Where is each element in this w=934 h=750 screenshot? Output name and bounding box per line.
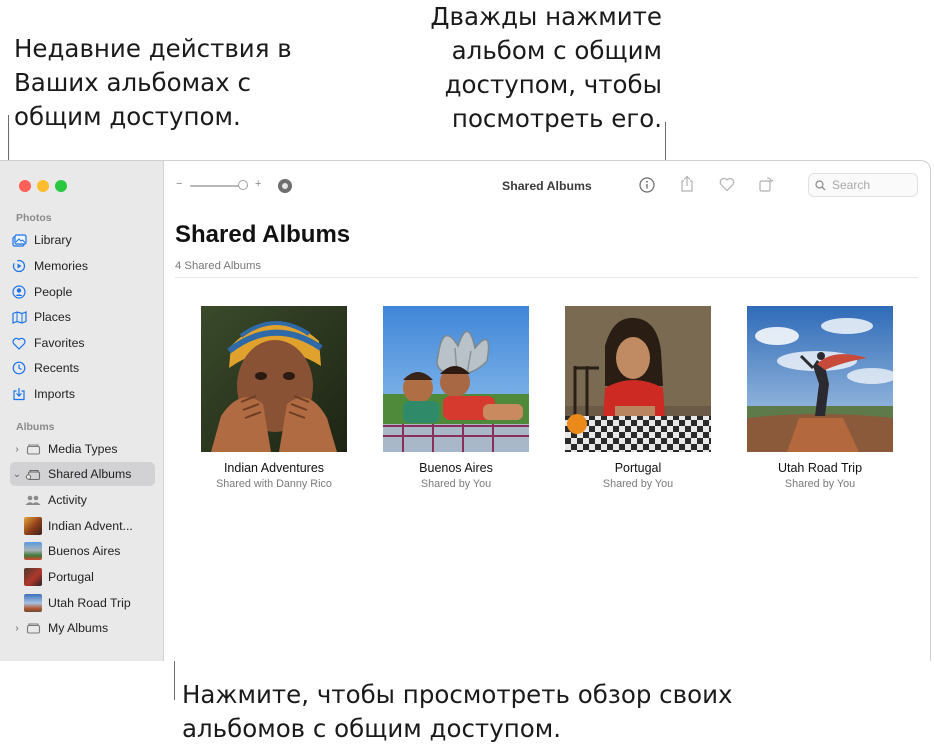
- sidebar-section-albums: Albums: [16, 421, 55, 433]
- sidebar-item-shared-albums[interactable]: ⌄ Shared Albums: [10, 462, 155, 486]
- sidebar-item-label: Memories: [34, 259, 88, 273]
- sidebar-item-label: Indian Advent...: [48, 519, 133, 533]
- sidebar-item-label: Portugal: [48, 570, 94, 584]
- sidebar-item-memories[interactable]: Memories: [10, 254, 155, 278]
- sidebar-item-label: My Albums: [48, 621, 109, 635]
- sidebar-section-photos: Photos: [16, 212, 52, 224]
- album-cover[interactable]: [747, 306, 893, 452]
- content-divider: [175, 277, 918, 278]
- album-name: Utah Road Trip: [777, 461, 863, 475]
- album-shared-status: Shared with Danny Rico: [216, 478, 332, 490]
- share-icon[interactable]: [679, 175, 695, 193]
- album-name: Portugal: [614, 461, 662, 475]
- zoom-out-label[interactable]: −: [176, 178, 182, 190]
- zoom-window-button[interactable]: [55, 180, 67, 192]
- zoom-in-label[interactable]: +: [255, 178, 261, 190]
- rotate-icon[interactable]: [758, 175, 774, 193]
- clock-icon: [10, 361, 28, 375]
- toolbar-title: Shared Albums: [502, 179, 592, 193]
- shared-albums-icon: [24, 468, 42, 481]
- sidebar-item-utah-road-trip[interactable]: Utah Road Trip: [24, 591, 169, 615]
- album-thumbnail: [24, 568, 42, 586]
- album-card-utah-road-trip[interactable]: Utah Road Trip Shared by You: [729, 306, 911, 490]
- album-thumbnail: [24, 517, 42, 535]
- annotation-recent-activity: Недавние действия в Ваших альбомах с общ…: [14, 34, 292, 131]
- album-shared-status: Shared by You: [602, 478, 674, 490]
- sidebar-item-library[interactable]: Library: [10, 228, 155, 252]
- sidebar-item-favorites[interactable]: Favorites: [10, 331, 155, 355]
- heart-icon[interactable]: [719, 177, 735, 192]
- album-shared-status: Shared by You: [784, 478, 856, 490]
- sidebar: Photos Library Memories People Places Fa…: [0, 161, 164, 661]
- sidebar-item-activity[interactable]: Activity: [24, 488, 169, 512]
- sidebar-item-label: Utah Road Trip: [48, 596, 131, 610]
- slideshow-icon[interactable]: [278, 179, 292, 193]
- chevron-down-icon[interactable]: ⌄: [12, 469, 22, 480]
- heart-icon: [10, 337, 28, 350]
- photos-window: Photos Library Memories People Places Fa…: [0, 160, 931, 661]
- places-icon: [10, 310, 28, 324]
- search-input[interactable]: [832, 178, 912, 192]
- minimize-window-button[interactable]: [37, 180, 49, 192]
- sidebar-item-label: Places: [34, 310, 71, 324]
- album-card-portugal[interactable]: Portugal Shared by You: [547, 306, 729, 490]
- album-card-indian-adventures[interactable]: Indian Adventures Shared with Danny Rico: [183, 306, 365, 490]
- album-thumbnail: [24, 594, 42, 612]
- zoom-slider-knob[interactable]: [238, 180, 248, 190]
- sidebar-item-indian-adventures[interactable]: Indian Advent...: [24, 514, 169, 538]
- sidebar-item-label: Favorites: [34, 336, 85, 350]
- close-window-button[interactable]: [19, 180, 31, 192]
- album-card-buenos-aires[interactable]: Buenos Aires Shared by You: [365, 306, 547, 490]
- search-field[interactable]: [808, 173, 918, 197]
- sidebar-item-people[interactable]: People: [10, 280, 155, 304]
- album-cover[interactable]: [565, 306, 711, 452]
- sidebar-item-label: Buenos Aires: [48, 544, 121, 558]
- page-title: Shared Albums: [175, 221, 351, 248]
- library-icon: [10, 233, 28, 247]
- album-name: Buenos Aires: [419, 461, 493, 475]
- toolbar: − + Shared Albums: [164, 161, 930, 211]
- sidebar-item-label: Imports: [34, 387, 75, 401]
- folder-icon: [24, 443, 42, 455]
- import-icon: [10, 387, 28, 401]
- activity-people-icon: [24, 494, 42, 506]
- memories-icon: [10, 259, 28, 273]
- annotation-click-overview: Нажмите, чтобы просмотреть обзор своих а…: [182, 680, 733, 743]
- folder-icon: [24, 622, 42, 634]
- annotation-double-click-album: Дважды нажмите альбом с общим доступом, …: [430, 2, 662, 133]
- sidebar-item-my-albums[interactable]: › My Albums: [12, 616, 157, 640]
- sidebar-item-imports[interactable]: Imports: [10, 382, 155, 406]
- album-cover[interactable]: [201, 306, 347, 452]
- people-icon: [10, 285, 28, 299]
- chevron-right-icon[interactable]: ›: [12, 623, 22, 634]
- info-icon[interactable]: [639, 177, 655, 193]
- sidebar-item-portugal[interactable]: Portugal: [24, 565, 169, 589]
- album-name: Indian Adventures: [223, 461, 325, 475]
- sidebar-item-recents[interactable]: Recents: [10, 356, 155, 380]
- zoom-slider[interactable]: [190, 180, 248, 190]
- sidebar-item-media-types[interactable]: › Media Types: [12, 437, 157, 461]
- sidebar-item-label: Shared Albums: [48, 467, 132, 481]
- search-icon: [815, 179, 826, 191]
- sidebar-item-label: Recents: [34, 361, 80, 375]
- sidebar-item-buenos-aires[interactable]: Buenos Aires: [24, 539, 169, 563]
- sidebar-item-label: Library: [34, 233, 72, 247]
- sidebar-item-label: Activity: [48, 493, 87, 507]
- sidebar-item-places[interactable]: Places: [10, 305, 155, 329]
- album-count: 4 Shared Albums: [175, 260, 262, 272]
- chevron-right-icon[interactable]: ›: [12, 444, 22, 455]
- sidebar-item-label: People: [34, 285, 73, 299]
- album-thumbnail: [24, 542, 42, 560]
- album-shared-status: Shared by You: [420, 478, 492, 490]
- sidebar-item-label: Media Types: [48, 442, 118, 456]
- album-cover[interactable]: [383, 306, 529, 452]
